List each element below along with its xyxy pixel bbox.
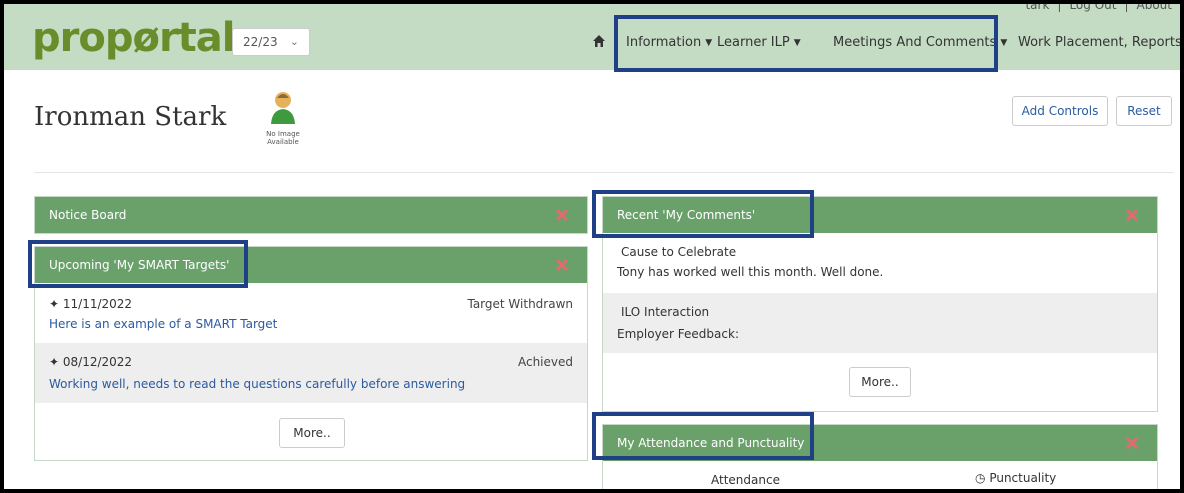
home-icon[interactable]: [592, 34, 606, 48]
learner-name: Ironman Stark: [34, 102, 227, 132]
avatar-caption-line2: Available: [267, 138, 299, 146]
close-icon[interactable]: [555, 208, 569, 222]
close-icon[interactable]: [1125, 208, 1139, 222]
comment-title: Cause to Celebrate: [621, 245, 737, 259]
comment-body: Tony has worked well this month. Well do…: [617, 265, 884, 279]
notice-board-panel: Notice Board: [34, 196, 588, 234]
target-status: Target Withdrawn: [467, 297, 573, 311]
target-date: ✦ 08/12/2022: [49, 355, 132, 369]
target-date: ✦ 11/11/2022: [49, 297, 132, 311]
move-icon: ✦: [49, 355, 60, 369]
highlight-box-comments: [592, 190, 814, 238]
target-status: Achieved: [517, 355, 573, 369]
close-icon[interactable]: [555, 258, 569, 272]
proportal-logo[interactable]: propørtal: [32, 16, 236, 60]
avatar-caption-line1: No Image: [266, 130, 300, 138]
target-date-value: 08/12/2022: [62, 355, 133, 369]
avatar-placeholder-icon: [271, 92, 295, 124]
app-frame: propørtal 22/23 ⌄ tark | Log Out | About Inf…: [4, 4, 1180, 489]
target-description[interactable]: Here is an example of a SMART Target: [49, 317, 277, 331]
comments-more-button[interactable]: More..: [849, 367, 911, 397]
close-icon[interactable]: [1125, 436, 1139, 450]
comment-item[interactable]: ILO Interaction Employer Feedback:: [603, 293, 1157, 353]
target-date-value: 11/11/2022: [62, 297, 133, 311]
about-link[interactable]: About: [1137, 4, 1172, 12]
header-bar: propørtal 22/23 ⌄ tark | Log Out | About Inf…: [4, 4, 1180, 70]
move-icon: ✦: [49, 297, 60, 311]
top-links: tark | Log Out | About: [1017, 4, 1180, 12]
target-description[interactable]: Working well, needs to read the question…: [49, 377, 465, 391]
highlight-box-attendance: [592, 412, 814, 460]
smart-targets-more-button[interactable]: More..: [279, 418, 345, 448]
highlight-box-smart-targets: [28, 240, 248, 288]
target-row[interactable]: ✦ 08/12/2022 Achieved Working well, need…: [35, 343, 587, 403]
nav-work-placement[interactable]: Work Placement, Reports▼: [1018, 35, 1180, 50]
logout-link[interactable]: Log Out: [1069, 4, 1116, 12]
attendance-column-label: Attendance: [711, 473, 780, 487]
highlight-box-nav: [614, 15, 998, 72]
user-link[interactable]: tark: [1025, 4, 1049, 12]
chevron-down-icon: ⌄: [289, 35, 299, 48]
punctuality-label: Punctuality: [989, 471, 1057, 485]
comment-body: Employer Feedback:: [617, 327, 739, 341]
target-row[interactable]: ✦ 11/11/2022 Target Withdrawn Here is an…: [35, 285, 587, 343]
add-controls-button[interactable]: Add Controls: [1012, 96, 1108, 126]
punctuality-column-label: ◷ Punctuality: [975, 471, 1056, 485]
year-selector[interactable]: 22/23 ⌄: [232, 28, 310, 56]
notice-board-title: Notice Board: [49, 208, 127, 222]
reset-button[interactable]: Reset: [1116, 96, 1172, 126]
clock-icon: ◷: [975, 471, 986, 485]
avatar: No Image Available: [258, 90, 308, 154]
nav-work-placement-label: Work Placement, Reports: [1018, 35, 1180, 50]
divider: [34, 172, 1174, 173]
comment-item[interactable]: Cause to Celebrate Tony has worked well …: [603, 235, 1157, 293]
notice-board-header: Notice Board: [35, 197, 587, 233]
year-selector-value: 22/23: [243, 35, 278, 49]
comment-title: ILO Interaction: [621, 305, 710, 319]
caret-down-icon: ▼: [1000, 38, 1008, 48]
